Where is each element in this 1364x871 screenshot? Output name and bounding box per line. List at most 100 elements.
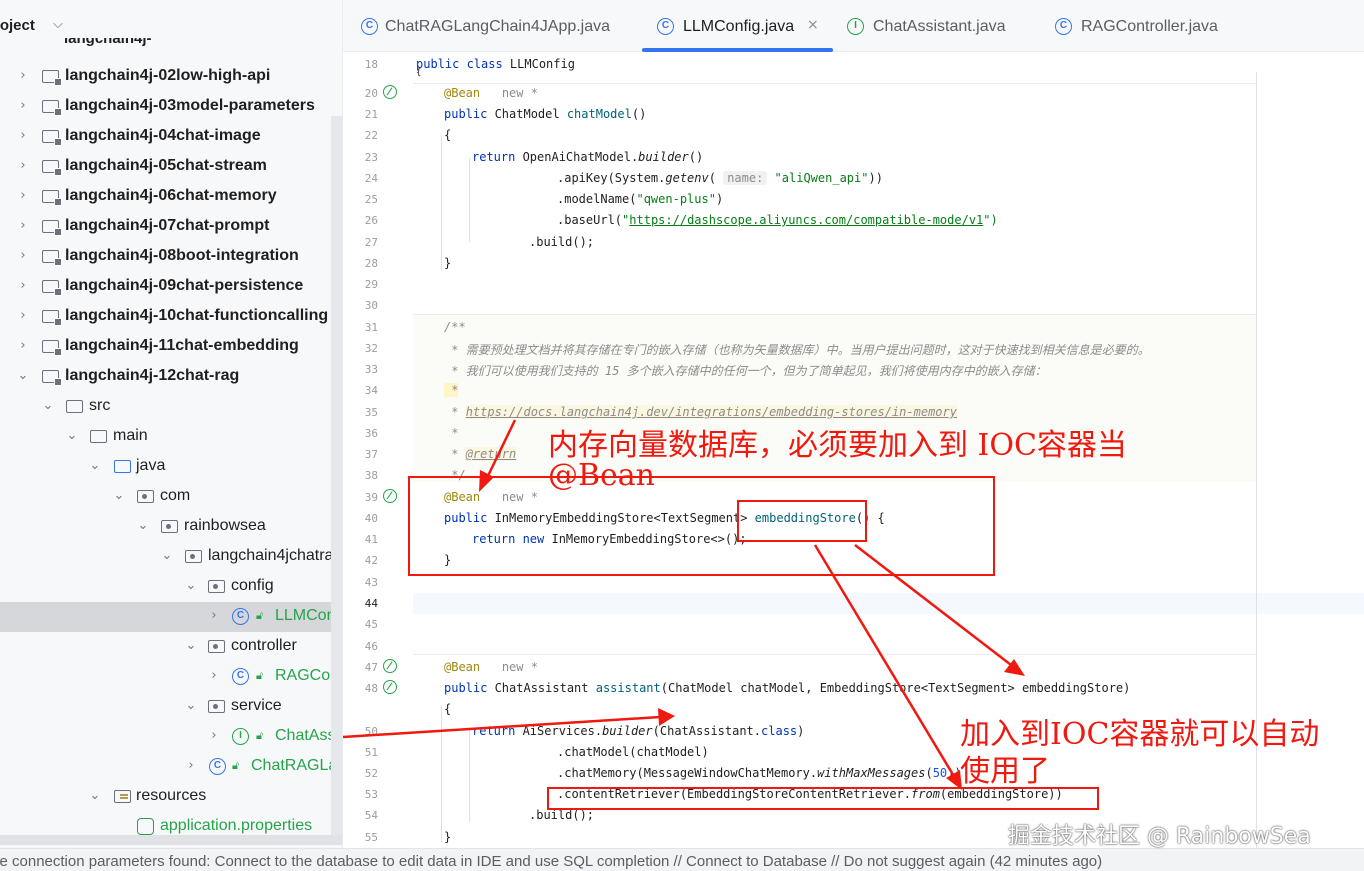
annotation-note-line: @Bean: [548, 458, 656, 493]
bean-gutter-icon[interactable]: [383, 659, 397, 673]
tree-resources[interactable]: ⌄ resources: [0, 782, 342, 812]
chevron-right-icon[interactable]: ›: [207, 728, 221, 743]
code-token: assistant: [595, 681, 661, 695]
module-label: langchain4j-06chat-memory: [65, 187, 277, 204]
line-number: 21: [364, 108, 378, 121]
chevron-right-icon[interactable]: ›: [16, 338, 30, 353]
package-icon: [161, 518, 179, 534]
bean-gutter-icon[interactable]: [383, 489, 397, 503]
tree-module-07[interactable]: › langchain4j-07chat-prompt: [0, 212, 342, 242]
tree-src[interactable]: ⌄ src: [0, 392, 342, 422]
chevron-down-icon[interactable]: ⌄: [88, 788, 102, 803]
chevron-right-icon[interactable]: ›: [16, 218, 30, 233]
tree-config[interactable]: ⌄ config: [0, 572, 342, 602]
status-message[interactable]: se connection parameters found: Connect …: [0, 853, 1102, 870]
tree-module-05[interactable]: › langchain4j-05chat-stream: [0, 152, 342, 182]
chevron-right-icon[interactable]: ›: [16, 308, 30, 323]
tab-llmconfig[interactable]: C LLMConfig.java ×: [642, 0, 833, 52]
tree-vertical-scrollbar[interactable]: [331, 116, 342, 836]
chevron-right-icon[interactable]: ›: [207, 668, 221, 683]
doc-url-link[interactable]: https://docs.langchain4j.dev/integration…: [465, 405, 957, 419]
chevron-down-icon[interactable]: ⌵: [53, 17, 63, 32]
chevron-down-icon[interactable]: ⌄: [41, 398, 55, 413]
tree-module-03[interactable]: › langchain4j-03model-parameters: [0, 92, 342, 122]
tree-module-12[interactable]: ⌄ langchain4j-12chat-rag: [0, 362, 342, 392]
separator: [413, 654, 1256, 655]
tree-llmconfig[interactable]: › C 🔓︎ LLMConfi: [0, 602, 342, 632]
line-number: 37: [364, 448, 378, 461]
code-token: new *: [501, 86, 538, 100]
chevron-right-icon[interactable]: ›: [16, 248, 30, 263]
properties-file-icon: [137, 818, 155, 835]
code-line: {: [444, 128, 452, 142]
tree-module-02[interactable]: › langchain4j-02low-high-api: [0, 62, 342, 92]
tree-main[interactable]: ⌄ main: [0, 422, 342, 452]
chevron-down-icon[interactable]: ⌄: [16, 368, 30, 383]
chevron-right-icon[interactable]: ›: [16, 158, 30, 173]
chevron-down-icon[interactable]: ⌄: [88, 458, 102, 473]
module-folder-icon: [42, 218, 62, 236]
tree-horizontal-scrollbar[interactable]: [0, 835, 342, 845]
tree-controller[interactable]: ⌄ controller: [0, 632, 342, 662]
tree-java[interactable]: ⌄ java: [0, 452, 342, 482]
chevron-right-icon[interactable]: ›: [16, 98, 30, 113]
interface-icon: I: [232, 728, 250, 745]
tree-module-06[interactable]: › langchain4j-06chat-memory: [0, 182, 342, 212]
code-token: "): [983, 213, 998, 227]
code-token: class: [761, 724, 798, 738]
close-icon[interactable]: ×: [807, 17, 819, 33]
module-label: langchain4j-09chat-persistence: [65, 277, 304, 294]
code-line: .modelName("qwen-plus"): [557, 192, 723, 206]
chevron-right-icon[interactable]: ›: [184, 758, 198, 773]
tree-chatassistant[interactable]: › I 🔓︎ ChatAssis: [0, 722, 342, 752]
tree-ragcontroller[interactable]: › C 🔓︎ RAGCont: [0, 662, 342, 692]
code-token: public class: [416, 57, 510, 71]
code-token: (: [708, 171, 724, 185]
package-icon: [137, 488, 155, 504]
chevron-right-icon[interactable]: ›: [16, 188, 30, 203]
module-label: langchain4j-03model-parameters: [65, 97, 315, 114]
line-number: 36: [364, 427, 378, 440]
tree-com[interactable]: ⌄ com: [0, 482, 342, 512]
chevron-down-icon[interactable]: ⌄: [184, 578, 198, 593]
code-line: @Bean new *: [444, 660, 538, 674]
tree-rainbowsea[interactable]: ⌄ rainbowsea: [0, 512, 342, 542]
url-link[interactable]: https://dashscope.aliyuncs.com/compatibl…: [629, 213, 983, 227]
tree-module-04[interactable]: › langchain4j-04chat-image: [0, 122, 342, 152]
chevron-down-icon[interactable]: ⌄: [184, 638, 198, 653]
line-number: 18: [364, 58, 378, 71]
current-line-highlight: [413, 593, 1364, 614]
tree-module-09[interactable]: › langchain4j-09chat-persistence: [0, 272, 342, 302]
code-line: .build();: [529, 235, 595, 249]
bean-gutter-icon[interactable]: [383, 680, 397, 694]
line-number: 53: [364, 788, 378, 801]
chevron-down-icon[interactable]: ⌄: [160, 548, 174, 563]
chevron-right-icon[interactable]: ›: [16, 68, 30, 83]
chevron-down-icon[interactable]: ⌄: [112, 488, 126, 503]
line-number: 46: [364, 640, 378, 653]
tab-ragcontroller[interactable]: C RAGController.java: [1055, 0, 1245, 52]
tab-chatassistant[interactable]: I ChatAssistant.java: [847, 0, 1027, 52]
tree-module-11[interactable]: › langchain4j-11chat-embedding: [0, 332, 342, 362]
indent-guide: [469, 728, 470, 822]
tree-module-08[interactable]: › langchain4j-08boot-integration: [0, 242, 342, 272]
tree-app[interactable]: › C 🔓︎ ChatRAGLan: [0, 752, 342, 782]
module-folder-icon: [42, 98, 62, 116]
doc-comment-line: * 我们可以使用我们支持的 15 多个嵌入存储中的任何一个，但为了简单起见，我们…: [444, 364, 1047, 378]
chevron-right-icon[interactable]: ›: [16, 128, 30, 143]
separator: [413, 83, 1256, 84]
code-line: }: [444, 256, 452, 270]
tree-service[interactable]: ⌄ service: [0, 692, 342, 722]
chevron-down-icon[interactable]: ⌄: [65, 428, 79, 443]
chevron-down-icon[interactable]: ⌄: [136, 518, 150, 533]
chevron-right-icon[interactable]: ›: [16, 278, 30, 293]
chevron-right-icon[interactable]: ›: [207, 608, 221, 623]
bean-gutter-icon[interactable]: [383, 85, 397, 99]
chevron-down-icon[interactable]: ⌄: [184, 698, 198, 713]
project-title[interactable]: roject: [0, 17, 35, 34]
tree-module-10[interactable]: › langchain4j-10chat-functioncalling: [0, 302, 342, 332]
tab-chatraglangchain4japp[interactable]: C ChatRAGLangChain4JApp.java: [359, 0, 629, 52]
tree-label: service: [231, 697, 282, 714]
tree-langchain4jchatrag[interactable]: ⌄ langchain4jchatrag: [0, 542, 342, 572]
code-token: "aliQwen_api": [774, 171, 869, 185]
